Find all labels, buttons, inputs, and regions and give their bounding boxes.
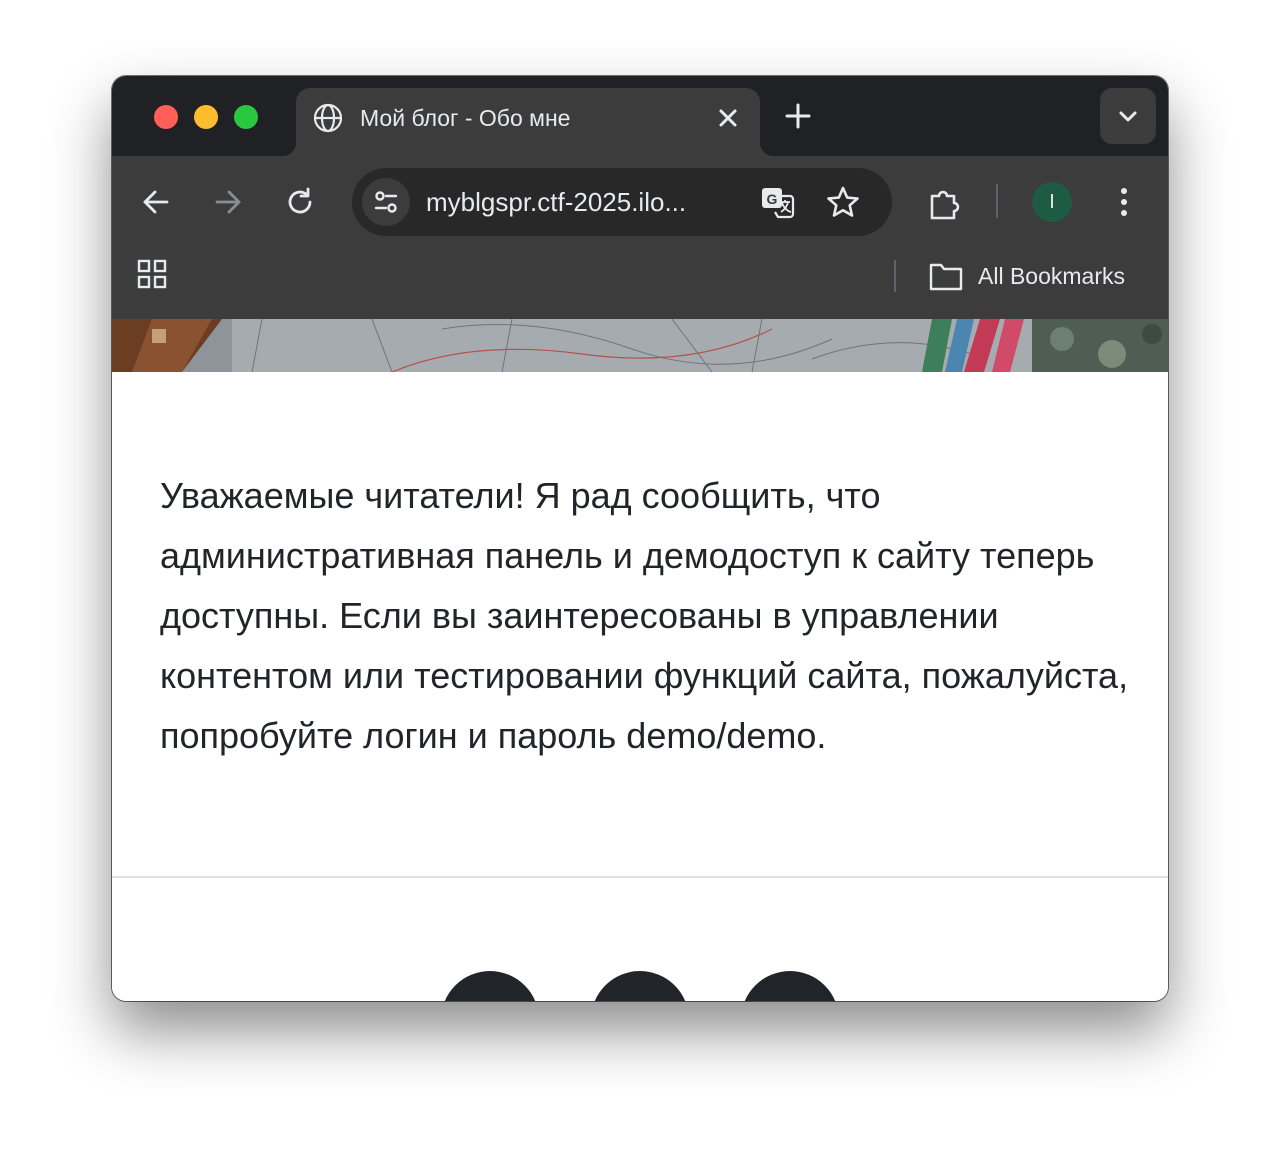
tab-strip: Мой блог - Обо мне (112, 76, 1168, 156)
tab-search-button[interactable] (1100, 88, 1156, 144)
tune-icon (374, 191, 398, 213)
back-arrow-icon[interactable] (140, 186, 172, 218)
bookmarks-divider (894, 260, 896, 292)
apps-grid-icon[interactable] (136, 258, 168, 290)
tab-active[interactable]: Мой блог - Обо мне (282, 88, 774, 156)
social-icon-3[interactable] (741, 971, 839, 1001)
site-info-button[interactable] (362, 178, 410, 226)
translate-icon[interactable]: G (760, 184, 796, 220)
toolbar-divider (996, 184, 998, 218)
social-icon-1[interactable] (441, 971, 539, 1001)
social-icon-2[interactable] (591, 971, 689, 1001)
tab-title: Мой блог - Обо мне (360, 105, 571, 131)
chevron-down-icon (1119, 111, 1137, 122)
svg-text:G: G (767, 191, 778, 207)
header-image (112, 319, 1168, 372)
browser-window: Мой блог - Обо мне myblgspr.ctf-2025.ilo… (112, 76, 1168, 1001)
more-menu-icon[interactable] (1112, 184, 1136, 220)
address-bar[interactable]: myblgspr.ctf-2025.ilo... G (352, 168, 892, 236)
content-divider (112, 876, 1168, 878)
minimize-window-button[interactable] (194, 105, 218, 129)
folder-icon[interactable] (928, 260, 964, 292)
close-window-button[interactable] (154, 105, 178, 129)
extensions-puzzle-icon[interactable] (926, 184, 964, 222)
bookmark-star-icon[interactable] (826, 185, 860, 219)
article-paragraph: Уважаемые читатели! Я рад сообщить, что … (160, 475, 1129, 756)
toolbar: myblgspr.ctf-2025.ilo... G I All Bookmar… (112, 156, 1168, 319)
forward-arrow-icon[interactable] (212, 186, 244, 218)
globe-icon (313, 103, 343, 133)
tab-close-icon[interactable] (714, 104, 742, 132)
url-text[interactable]: myblgspr.ctf-2025.ilo... (426, 168, 742, 236)
profile-avatar[interactable]: I (1032, 182, 1072, 222)
all-bookmarks-label[interactable]: All Bookmarks (978, 258, 1125, 294)
reload-icon[interactable] (284, 186, 316, 218)
new-tab-plus-icon[interactable] (784, 102, 812, 130)
maximize-window-button[interactable] (234, 105, 258, 129)
page-content: Уважаемые читатели! Я рад сообщить, что … (112, 319, 1168, 1001)
